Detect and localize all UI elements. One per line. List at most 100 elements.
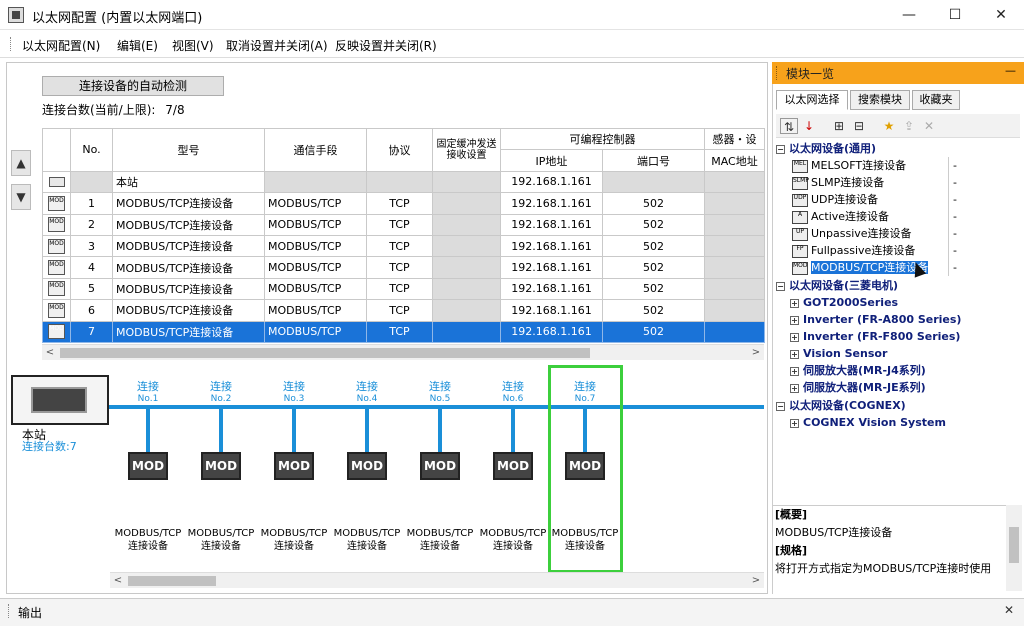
expand-icon[interactable]: + xyxy=(790,366,799,376)
row-ip[interactable]: 192.168.1.161 xyxy=(500,192,603,215)
mod-device-icon[interactable]: MOD xyxy=(201,452,241,480)
module-group[interactable]: + Inverter (FR-A800 Series) xyxy=(776,311,1020,328)
module-item[interactable]: A Active连接设备 - xyxy=(776,208,1020,225)
row-comm[interactable]: MODBUS/TCP xyxy=(264,213,367,236)
category-general[interactable]: − 以太网设备(通用) xyxy=(776,140,1020,157)
sort-az-icon[interactable]: ⇅ xyxy=(780,118,798,134)
row-ip[interactable]: 192.168.1.161 xyxy=(500,277,603,301)
scroll-thumb[interactable] xyxy=(128,576,216,586)
panel-grip[interactable] xyxy=(776,66,780,80)
output-close-icon[interactable]: ✕ xyxy=(1004,603,1014,617)
row-comm[interactable]: MODBUS/TCP xyxy=(264,256,367,279)
expand-icon[interactable]: + xyxy=(790,383,799,393)
delete-icon[interactable]: ✕ xyxy=(920,118,938,134)
desc-vscrollbar[interactable] xyxy=(1006,505,1022,591)
category-mitsubishi[interactable]: − 以太网设备(三菱电机) xyxy=(776,277,1020,294)
collapse-icon[interactable]: − xyxy=(776,401,785,411)
row-ip[interactable]: 192.168.1.161 xyxy=(500,320,603,344)
row-protocol[interactable]: TCP xyxy=(366,256,433,279)
module-item[interactable]: UP Unpassive连接设备 - xyxy=(776,225,1020,242)
module-item[interactable]: UDP UDP连接设备 - xyxy=(776,191,1020,208)
header-no[interactable]: No. xyxy=(70,128,113,172)
row-protocol[interactable]: TCP xyxy=(366,299,433,322)
module-item-selected[interactable]: MOD MODBUS/TCP连接设备 - xyxy=(776,259,1020,276)
module-group[interactable]: + Vision Sensor xyxy=(776,345,1020,362)
tab-ethernet-select[interactable]: 以太网选择 xyxy=(776,90,848,110)
close-button[interactable]: ✕ xyxy=(978,0,1024,30)
header-fixed-buffer[interactable]: 固定缓冲发送接收设置 xyxy=(432,128,501,172)
module-item[interactable]: MEL MELSOFT连接设备 - xyxy=(776,157,1020,174)
table-row[interactable]: MOD 6 MODBUS/TCP连接设备 MODBUS/TCP TCP 192.… xyxy=(42,299,765,322)
row-comm[interactable]: MODBUS/TCP xyxy=(264,192,367,215)
row-port[interactable]: 502 xyxy=(602,320,705,344)
header-comm[interactable]: 通信手段 xyxy=(264,128,367,172)
table-row[interactable]: MOD 1 MODBUS/TCP连接设备 MODBUS/TCP TCP 192.… xyxy=(42,192,765,215)
table-row-host[interactable]: 本站 192.168.1.161 xyxy=(42,170,765,194)
table-hscrollbar[interactable]: < > xyxy=(42,344,764,360)
add-favorite-icon[interactable]: ⇪ xyxy=(900,118,918,134)
collapse-icon[interactable]: − xyxy=(776,144,785,154)
row-port[interactable]: 502 xyxy=(602,213,705,236)
row-ip[interactable]: 192.168.1.161 xyxy=(500,299,603,322)
row-ip[interactable]: 192.168.1.161 xyxy=(500,213,603,236)
mod-device-icon[interactable]: MOD xyxy=(274,452,314,480)
table-row[interactable]: MOD 2 MODBUS/TCP连接设备 MODBUS/TCP TCP 192.… xyxy=(42,213,765,236)
table-row[interactable]: MOD 4 MODBUS/TCP连接设备 MODBUS/TCP TCP 192.… xyxy=(42,256,765,279)
module-item[interactable]: SLMP SLMP连接设备 - xyxy=(776,174,1020,191)
menu-apply-close[interactable]: 反映设置并关闭(R) xyxy=(335,37,437,54)
expand-icon[interactable]: + xyxy=(790,349,799,359)
row-protocol[interactable]: TCP xyxy=(366,234,433,258)
move-up-button[interactable]: ▲ xyxy=(11,150,31,176)
row-comm[interactable]: MODBUS/TCP xyxy=(264,234,367,258)
expand-all-icon[interactable]: ⊞ xyxy=(830,118,848,134)
table-row[interactable]: MOD 5 MODBUS/TCP连接设备 MODBUS/TCP TCP 192.… xyxy=(42,277,765,301)
collapse-icon[interactable]: − xyxy=(776,281,785,291)
row-protocol[interactable]: TCP xyxy=(366,192,433,215)
menu-ethernet-config[interactable]: 以太网配置(N) xyxy=(22,37,100,54)
tab-search-module[interactable]: 搜索模块 xyxy=(850,90,910,110)
row-comm[interactable]: MODBUS/TCP xyxy=(264,299,367,322)
sort-za-icon[interactable]: ↓ xyxy=(800,118,818,134)
row-port[interactable]: 502 xyxy=(602,277,705,301)
header-mac[interactable]: MAC地址 xyxy=(704,149,765,172)
output-grip[interactable] xyxy=(8,604,11,618)
scroll-right-arrow[interactable]: > xyxy=(748,573,764,589)
menu-view[interactable]: 视图(V) xyxy=(172,37,214,54)
auto-detect-button[interactable]: 连接设备的自动检测 xyxy=(42,76,224,96)
panel-minimize-icon[interactable]: — xyxy=(1005,64,1016,77)
host-station-icon[interactable] xyxy=(11,375,109,425)
module-group[interactable]: + COGNEX Vision System xyxy=(776,414,1020,431)
table-row-selected[interactable]: MOD 7 MODBUS/TCP连接设备 MODBUS/TCP TCP 192.… xyxy=(42,320,765,344)
mod-device-icon[interactable]: MOD xyxy=(420,452,460,480)
header-model[interactable]: 型号 xyxy=(112,128,265,172)
row-protocol[interactable]: TCP xyxy=(366,320,433,344)
row-comm[interactable]: MODBUS/TCP xyxy=(264,277,367,301)
maximize-button[interactable]: ☐ xyxy=(932,0,978,30)
host-ip[interactable]: 192.168.1.161 xyxy=(500,170,603,194)
module-item[interactable]: FP Fullpassive连接设备 - xyxy=(776,242,1020,259)
scroll-right-arrow[interactable]: > xyxy=(748,345,764,361)
mod-device-icon[interactable]: MOD xyxy=(128,452,168,480)
favorite-star-icon[interactable]: ★ xyxy=(880,118,898,134)
menu-cancel-close[interactable]: 取消设置并关闭(A) xyxy=(226,37,328,54)
collapse-all-icon[interactable]: ⊟ xyxy=(850,118,868,134)
module-group[interactable]: + GOT2000Series xyxy=(776,294,1020,311)
module-group[interactable]: + 伺服放大器(MR-J4系列) xyxy=(776,362,1020,379)
header-ip[interactable]: IP地址 xyxy=(500,149,603,172)
expand-icon[interactable]: + xyxy=(790,315,799,325)
scroll-thumb[interactable] xyxy=(60,348,590,358)
row-port[interactable]: 502 xyxy=(602,234,705,258)
module-group[interactable]: + Inverter (FR-F800 Series) xyxy=(776,328,1020,345)
expand-icon[interactable]: + xyxy=(790,418,799,428)
row-protocol[interactable]: TCP xyxy=(366,213,433,236)
row-ip[interactable]: 192.168.1.161 xyxy=(500,234,603,258)
menu-edit[interactable]: 编辑(E) xyxy=(117,37,158,54)
row-comm[interactable]: MODBUS/TCP xyxy=(264,320,367,344)
row-port[interactable]: 502 xyxy=(602,299,705,322)
header-protocol[interactable]: 协议 xyxy=(366,128,433,172)
row-port[interactable]: 502 xyxy=(602,256,705,279)
scroll-left-arrow[interactable]: < xyxy=(110,573,126,589)
expand-icon[interactable]: + xyxy=(790,298,799,308)
row-port[interactable]: 502 xyxy=(602,192,705,215)
module-group[interactable]: + 伺服放大器(MR-JE系列) xyxy=(776,379,1020,396)
